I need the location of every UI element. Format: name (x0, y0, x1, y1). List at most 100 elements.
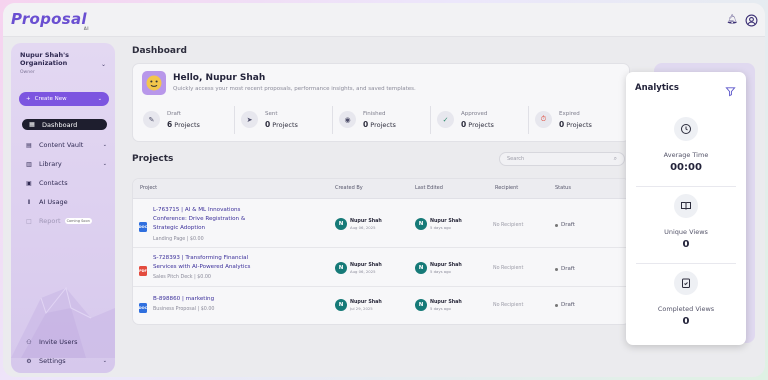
sidebar-item-library[interactable]: ▥ Library ⌄ (23, 158, 107, 170)
recipient: No Recipient (493, 223, 524, 228)
eye-icon: ◉ (339, 111, 356, 128)
projects-table: Project Created By Last Edited Recipient… (132, 178, 630, 325)
chevron-down-icon: ⌄ (102, 161, 107, 167)
page-title: Dashboard (132, 46, 187, 56)
last-edited: N Nupur Shah 5 days ago (415, 262, 462, 274)
person-date: 5 days ago (430, 305, 451, 311)
status-dot (555, 303, 558, 307)
project-name[interactable]: B-898860 | marketing (153, 295, 253, 304)
table-row[interactable]: DOC B-898860 | marketing Business Propos… (133, 288, 629, 324)
stat-value: 0 Projects (559, 120, 592, 129)
sidebar-item-report[interactable]: □ Report Coming Soon (23, 215, 107, 227)
status-text: Draft (561, 302, 575, 308)
notification-bell-icon[interactable]: 🔔︎ (725, 13, 739, 27)
column-header: Recipient (495, 185, 519, 191)
invite-users-label: Invite Users (39, 338, 78, 346)
stat-value: 6 Projects (167, 120, 200, 129)
stat-unit: Projects (370, 121, 396, 129)
chevron-down-icon: ⌄ (97, 96, 102, 102)
divider (636, 186, 736, 187)
sidebar-item-label: Content Vault (39, 141, 84, 149)
column-header: Project (140, 185, 158, 191)
person-date: Aug 06, 2025 (350, 224, 376, 230)
sidebar-item-label: Settings (39, 357, 66, 365)
table-row[interactable]: DOC L-763715 | AI & ML Innovations Confe… (133, 200, 629, 248)
filter-icon[interactable] (725, 82, 736, 97)
create-new-button[interactable]: + Create New ⌄ (19, 92, 109, 106)
last-edited: N Nupur Shah 5 days ago (415, 218, 462, 230)
stat-sent[interactable]: ➤ Sent 0 Projects (235, 106, 333, 134)
clock-icon (674, 117, 698, 141)
logo-text: Proposal (11, 10, 87, 28)
stat-draft[interactable]: ✎ Draft 6 Projects (137, 106, 235, 134)
metric-unique-views: Unique Views 0 (626, 194, 746, 250)
stat-count: 0 (559, 120, 565, 129)
recipient: No Recipient (493, 303, 524, 308)
avatar: N (415, 218, 427, 230)
status-dot (555, 267, 558, 271)
status-text: Draft (561, 222, 575, 228)
send-icon: ➤ (241, 111, 258, 128)
avatar: N (335, 262, 347, 274)
search-input[interactable]: Search ⌕ (499, 152, 625, 166)
stat-label: Approved (461, 111, 488, 117)
status-text: Draft (561, 266, 575, 272)
metric-completed-views: Completed Views 0 (626, 271, 746, 327)
stat-label: Finished (363, 111, 386, 117)
table-header: Project Created By Last Edited Recipient… (133, 179, 629, 199)
sidebar-item-settings[interactable]: ⚙ Settings ⌄ (23, 355, 107, 367)
main-content: Dashboard Hello, Nupur Shah Quickly acce… (127, 43, 630, 373)
org-name: Nupur Shah's Organization (20, 51, 69, 67)
pdf-file-icon: PDF (139, 266, 147, 276)
search-placeholder: Search (507, 156, 525, 162)
person-name: Nupur Shah (430, 262, 462, 268)
sidebar-item-contacts[interactable]: ▣ Contacts (23, 177, 107, 189)
person-date: Aug 06, 2025 (350, 268, 376, 274)
avatar: N (415, 262, 427, 274)
org-role: Owner (20, 70, 35, 75)
pencil-icon: ✎ (143, 111, 160, 128)
person-date: 5 days ago (430, 224, 451, 230)
stat-value: 0 Projects (265, 120, 298, 129)
status-dot (555, 223, 558, 227)
metric-value: 00:00 (670, 162, 702, 173)
stat-unit: Projects (566, 121, 592, 129)
project-name[interactable]: S-728393 | Transforming Financial Servic… (153, 254, 263, 272)
created-by: N Nupur Shah Aug 06, 2025 (335, 262, 382, 274)
sidebar-item-dashboard[interactable]: ▦ Dashboard (22, 119, 107, 130)
person-name: Nupur Shah (430, 218, 462, 224)
welcome-card: Hello, Nupur Shah Quickly access your mo… (132, 63, 630, 142)
last-edited: N Nupur Shah 5 days ago (415, 299, 462, 311)
book-icon (674, 194, 698, 218)
stat-count: 0 (461, 120, 467, 129)
plus-icon: + (26, 96, 31, 102)
mascot-avatar (142, 71, 166, 95)
metric-label: Average Time (663, 151, 709, 159)
stat-count: 0 (363, 120, 369, 129)
projects-heading: Projects (132, 154, 174, 164)
stats-row: ✎ Draft 6 Projects ➤ Sent 0 Projects ◉ F… (137, 106, 627, 134)
divider (636, 263, 736, 264)
search-icon: ⌕ (613, 155, 617, 162)
project-name[interactable]: L-763715 | AI & ML Innovations Conferenc… (153, 206, 253, 233)
grid-icon: ▦ (29, 121, 35, 128)
stat-expired[interactable]: ⏱︎ Expired 0 Projects (529, 106, 627, 134)
stat-unit: Projects (272, 121, 298, 129)
stat-unit: Projects (174, 121, 200, 129)
avatar: N (335, 218, 347, 230)
app-logo[interactable]: Proposal AI (11, 10, 89, 31)
sidebar-item-label: Dashboard (42, 120, 78, 129)
invite-users-button[interactable]: ⚇ Invite Users (23, 336, 107, 348)
sidebar-item-label: AI Usage (39, 198, 68, 206)
org-switcher[interactable]: Nupur Shah's Organization Owner ⌄ (20, 51, 106, 75)
column-header: Last Edited (415, 185, 443, 191)
analytics-panel: Analytics Average Time 00:00 Unique View… (626, 72, 746, 345)
table-row[interactable]: PDF S-728393 | Transforming Financial Se… (133, 249, 629, 287)
stat-finished[interactable]: ◉ Finished 0 Projects (333, 106, 431, 134)
sidebar-item-ai-usage[interactable]: Ⅱ AI Usage (23, 196, 107, 208)
avatar: N (335, 299, 347, 311)
user-profile-icon[interactable] (744, 13, 758, 27)
doc-file-icon: DOC (139, 303, 147, 313)
stat-approved[interactable]: ✓ Approved 0 Projects (431, 106, 529, 134)
sidebar-item-content-vault[interactable]: ▤ Content Vault ⌄ (23, 139, 107, 151)
